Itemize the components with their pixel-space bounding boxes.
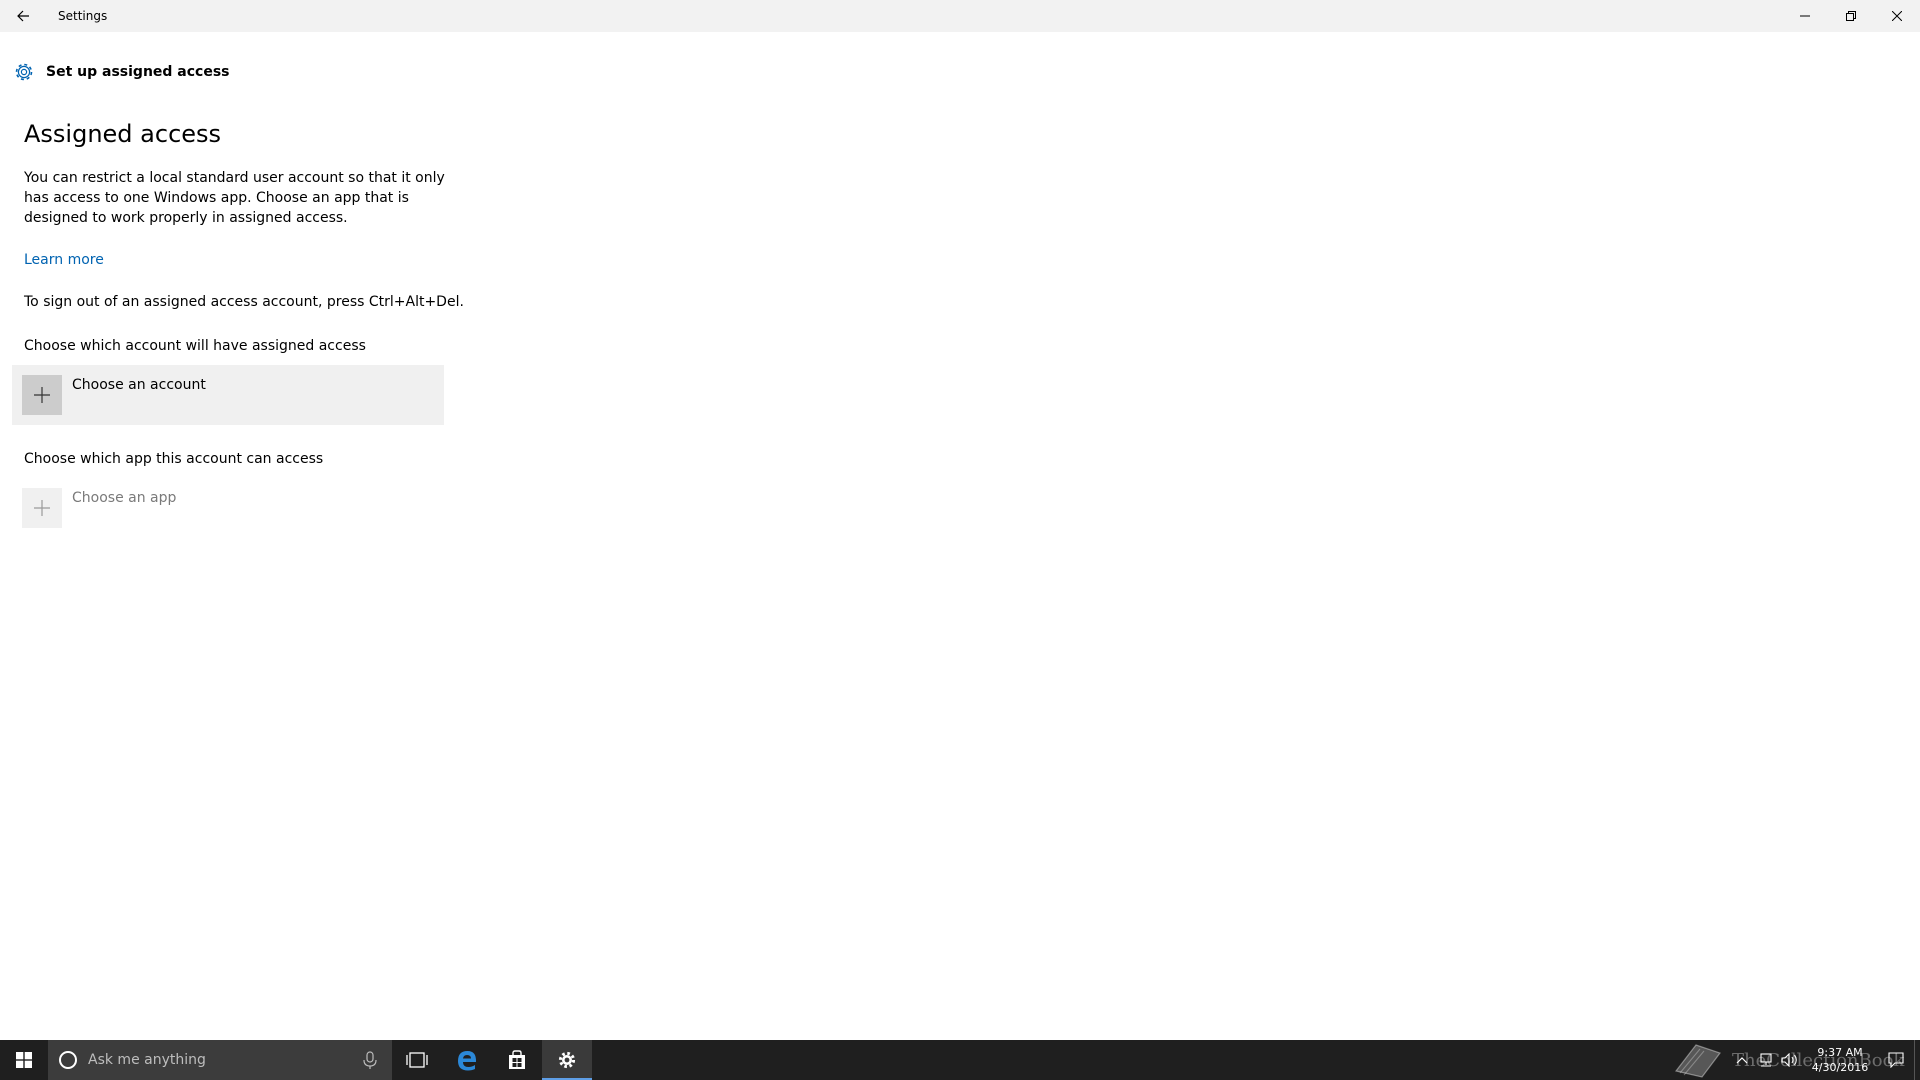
chevron-up-icon — [1736, 1057, 1748, 1064]
speaker-icon — [1781, 1053, 1797, 1067]
cortana-icon — [59, 1051, 77, 1069]
plus-icon — [34, 387, 50, 403]
window-controls — [1782, 0, 1920, 32]
windows-logo-icon — [16, 1052, 32, 1068]
description-text: You can restrict a local standard user a… — [24, 170, 445, 226]
task-view-icon — [406, 1052, 428, 1068]
search-placeholder: Ask me anything — [88, 1052, 206, 1068]
edge-browser-button[interactable] — [442, 1040, 492, 1080]
taskbar-clock[interactable]: 9:37 AM 4/30/2016 — [1802, 1045, 1878, 1075]
section-heading: Assigned access — [24, 120, 222, 148]
plus-icon — [34, 500, 50, 516]
close-icon — [1892, 11, 1902, 21]
network-icon — [1760, 1053, 1772, 1067]
action-center-button[interactable] — [1878, 1040, 1914, 1080]
taskbar: Ask me anything 9:37 AM 4/30/2016 — [0, 1040, 1920, 1080]
store-icon — [509, 1050, 525, 1069]
store-button[interactable] — [492, 1040, 542, 1080]
microphone-icon[interactable] — [360, 1050, 380, 1070]
volume-button[interactable] — [1778, 1040, 1802, 1080]
start-button[interactable] — [0, 1040, 48, 1080]
app-label: Choose which app this account can access — [24, 451, 324, 467]
restore-button[interactable] — [1828, 0, 1874, 32]
choose-account-button[interactable]: Choose an account — [12, 365, 444, 425]
choose-app-button: Choose an app — [12, 478, 444, 538]
settings-taskbar-button[interactable] — [542, 1040, 592, 1080]
page-header: Set up assigned access — [12, 60, 230, 84]
settings-gear-icon — [558, 1051, 576, 1069]
plus-tile — [22, 375, 62, 415]
learn-more-link[interactable]: Learn more — [24, 252, 104, 268]
minimize-icon — [1800, 15, 1810, 17]
network-button[interactable] — [1754, 1040, 1778, 1080]
edge-icon — [458, 1051, 477, 1071]
back-button[interactable] — [0, 0, 46, 32]
gear-icon — [15, 63, 33, 81]
title-bar: Settings — [0, 0, 1920, 32]
restore-icon — [1846, 11, 1856, 21]
clock-time: 9:37 AM — [1817, 1046, 1863, 1059]
page-title: Set up assigned access — [46, 64, 230, 80]
notification-icon — [1888, 1052, 1904, 1068]
plus-tile-disabled — [22, 488, 62, 528]
back-arrow-icon — [17, 10, 29, 22]
choose-account-label: Choose an account — [72, 377, 206, 393]
cortana-search-box[interactable]: Ask me anything — [48, 1040, 392, 1080]
minimize-button[interactable] — [1782, 0, 1828, 32]
window-title: Settings — [58, 9, 108, 23]
show-hidden-icons-button[interactable] — [1730, 1040, 1754, 1080]
account-label: Choose which account will have assigned … — [24, 338, 366, 354]
show-desktop-button[interactable] — [1914, 1040, 1920, 1080]
clock-date: 4/30/2016 — [1811, 1061, 1869, 1074]
choose-app-label: Choose an app — [72, 490, 177, 506]
close-button[interactable] — [1874, 0, 1920, 32]
system-tray: 9:37 AM 4/30/2016 — [1730, 1040, 1920, 1080]
signout-instructions: To sign out of an assigned access accoun… — [24, 294, 464, 310]
task-view-button[interactable] — [392, 1040, 442, 1080]
